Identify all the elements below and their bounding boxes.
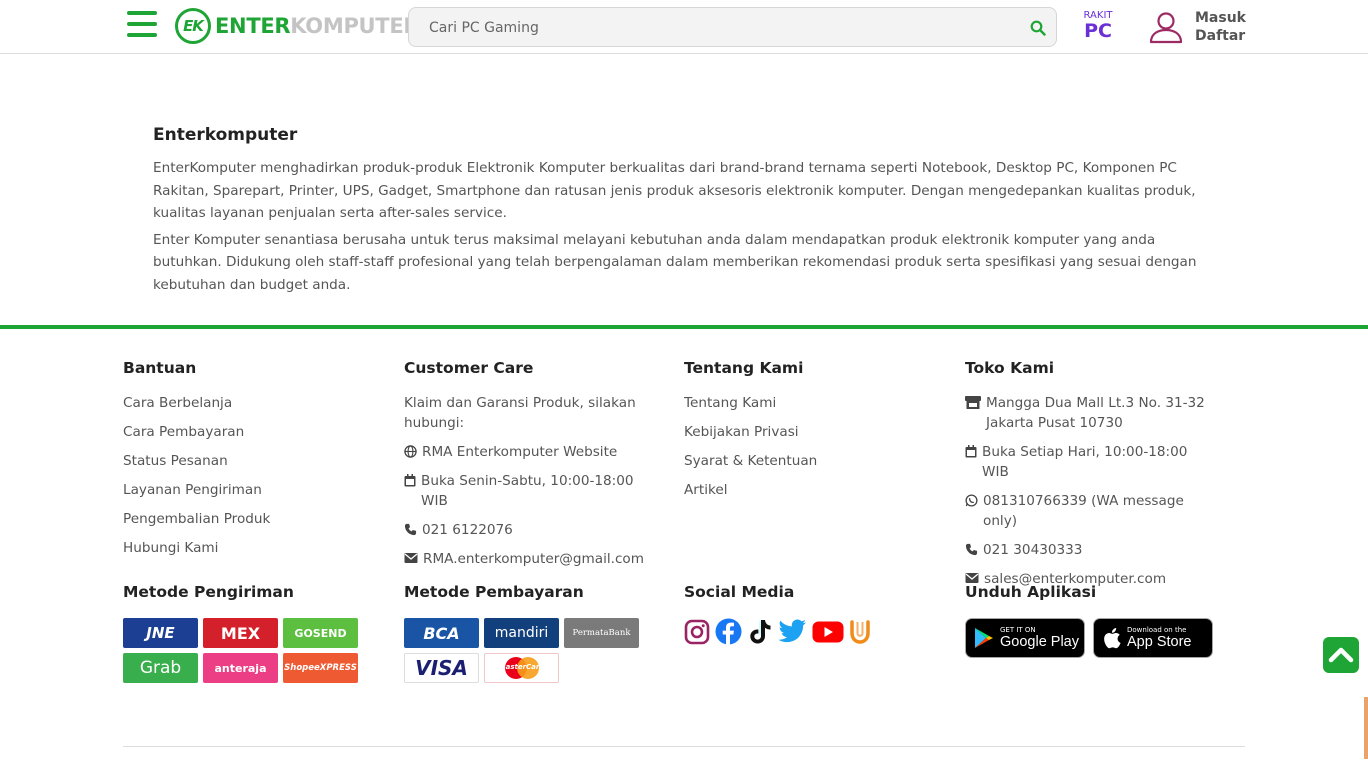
footer-top-border [0,325,1368,329]
bantuan-link[interactable]: Cara Berbelanja [123,393,393,422]
apps-title: Unduh Aplikasi [965,583,1097,601]
customer-care-column: Customer Care Klaim dan Garansi Produk, … [404,359,654,578]
care-email[interactable]: RMA.enterkomputer@gmail.com [404,549,654,569]
mastercard-text: MasterCard [498,663,545,671]
calendar-icon [404,474,416,487]
jne-logo: JNE [123,618,198,648]
about-title: Enterkomputer [153,125,298,145]
store-whatsapp[interactable]: 081310766339 (WA message only) [965,491,1205,531]
visa-logo: VISA [404,653,479,683]
shipping-methods: Metode Pengiriman JNE MEX GOSEND Grab an… [123,583,393,683]
search-icon[interactable] [1030,20,1046,36]
store-hours: Buka Setiap Hari, 10:00-18:00 WIB [965,442,1205,482]
anteraja-logo: anteraja [203,653,278,683]
login-link[interactable]: Masuk [1195,9,1246,27]
store-icon [965,396,981,409]
calendar-icon [965,445,977,458]
globe-icon [404,445,417,458]
permatabank-logo: PermataBank [564,618,639,648]
auth-links: Masuk Daftar [1195,9,1246,45]
logo-text-main: ENTER [215,14,291,38]
footer-divider [123,746,1245,747]
search-input[interactable] [429,17,1009,39]
mastercard-logo: MasterCard [484,653,559,683]
envelope-icon [404,553,418,563]
scrollbar-thumb[interactable] [1364,697,1368,759]
tentang-link[interactable]: Kebijakan Privasi [684,422,954,451]
customer-care-title: Customer Care [404,359,534,377]
mex-logo: MEX [203,618,278,648]
instagram-icon[interactable] [684,619,710,645]
google-play-icon [975,628,993,648]
chevron-up-icon [1328,647,1354,663]
whatsapp-icon [965,494,978,507]
payment-methods: Metode Pembayaran BCA mandiri PermataBan… [404,583,674,683]
u-icon[interactable] [849,619,871,645]
user-icon[interactable] [1148,9,1184,45]
app-store-button[interactable]: Download on the App Store [1093,618,1213,658]
shipping-title: Metode Pengiriman [123,583,294,601]
youtube-icon[interactable] [812,620,844,644]
logo-mark: EK [175,8,211,44]
tentang-link[interactable]: Tentang Kami [684,393,954,422]
logo-text-light: KOMPUTER [290,14,420,38]
twitter-icon[interactable] [778,619,807,644]
shopee-express-logo: ShopeeXPRESS [283,653,358,683]
bantuan-link[interactable]: Layanan Pengiriman [123,480,393,509]
tentang-link[interactable]: Artikel [684,480,954,509]
grab-logo: Grab [123,653,198,683]
payment-title: Metode Pembayaran [404,583,584,601]
customer-care-intro: Klaim dan Garansi Produk, silakan hubung… [404,395,636,431]
store-phone[interactable]: 021 30430333 [965,540,1205,560]
about-section: Enterkomputer EnterKomputer menghadirkan… [153,125,1218,301]
download-app: Unduh Aplikasi GET IT ON Google Play Down… [965,583,1235,658]
toko-title: Toko Kami [965,359,1055,377]
register-link[interactable]: Daftar [1195,27,1246,45]
social-media: Social Media [684,583,954,645]
rakit-pc-button[interactable]: RAKIT PC [1082,10,1114,41]
mandiri-logo: mandiri [484,618,559,648]
site-logo[interactable]: EK ENTERKOMPUTER [175,8,420,44]
care-hours: Buka Senin-Sabtu, 10:00-18:00 WIB [404,471,654,511]
about-paragraph-2: Enter Komputer senantiasa berusaha untuk… [153,231,1197,293]
tentang-link[interactable]: Syarat & Ketentuan [684,451,954,480]
about-paragraph-1: EnterKomputer menghadirkan produk-produk… [153,160,1196,222]
bantuan-link[interactable]: Cara Pembayaran [123,422,393,451]
bantuan-link[interactable]: Hubungi Kami [123,538,393,567]
rma-website-link[interactable]: RMA Enterkomputer Website [404,442,654,462]
tiktok-icon[interactable] [747,618,773,645]
google-play-button[interactable]: GET IT ON Google Play [965,618,1085,658]
phone-icon [965,543,978,556]
gosend-logo: GOSEND [283,618,358,648]
bantuan-title: Bantuan [123,359,197,377]
apple-icon [1104,628,1121,649]
toko-kami-column: Toko Kami Mangga Dua Mall Lt.3 No. 31-32… [965,359,1205,598]
tentang-title: Tentang Kami [684,359,804,377]
facebook-icon[interactable] [715,618,742,645]
bantuan-link[interactable]: Pengembalian Produk [123,509,393,538]
hamburger-menu-icon[interactable] [127,11,157,37]
phone-icon [404,523,417,536]
social-title: Social Media [684,583,795,601]
care-phone[interactable]: 021 6122076 [404,520,654,540]
store-address: Mangga Dua Mall Lt.3 No. 31-32 Jakarta P… [965,393,1205,433]
bca-logo: BCA [404,618,479,648]
tentang-kami-column: Tentang Kami Tentang Kami Kebijakan Priv… [684,359,954,509]
search-bar [408,7,1057,47]
bantuan-column: Bantuan Cara Berbelanja Cara Pembayaran … [123,359,393,567]
bantuan-link[interactable]: Status Pesanan [123,451,393,480]
back-to-top-button[interactable] [1323,637,1359,673]
top-navbar: EK ENTERKOMPUTER RAKIT PC Masuk Daftar [0,0,1368,54]
